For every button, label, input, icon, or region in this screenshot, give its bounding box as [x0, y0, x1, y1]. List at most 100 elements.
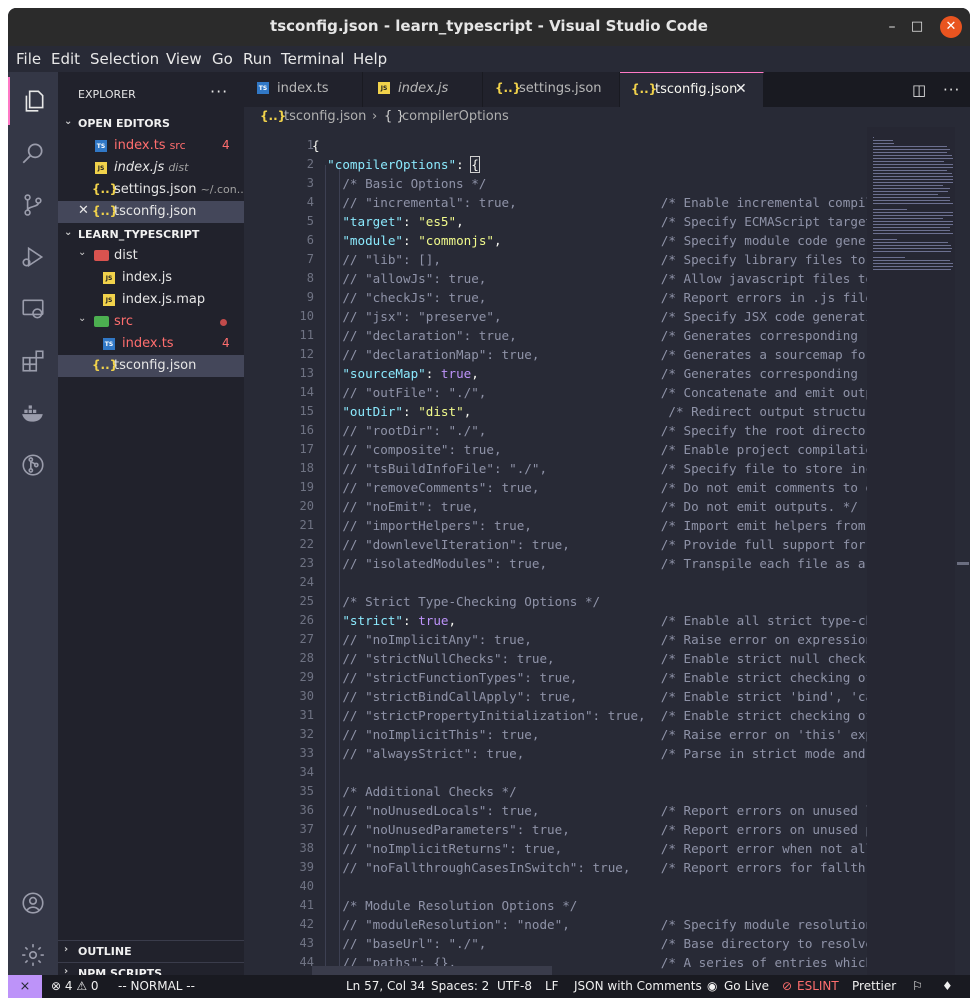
code-line[interactable]: // "moduleResolution": "node", /* Specif… [312, 915, 867, 934]
settings-gear-icon[interactable] [8, 931, 58, 979]
code-line[interactable]: // "tsBuildInfoFile": "./", /* Specify f… [312, 459, 867, 478]
tab-index-ts[interactable]: TS index.ts [244, 72, 363, 107]
close-window-button[interactable]: ✕ [940, 16, 962, 38]
source-control-icon[interactable] [8, 181, 58, 229]
code-line[interactable]: // "declaration": true, /* Generates cor… [312, 326, 867, 345]
remote-explorer-icon[interactable] [8, 285, 58, 333]
code-line[interactable]: // "downlevelIteration": true, /* Provid… [312, 535, 867, 554]
code-line[interactable]: // "strictBindCallApply": true, /* Enabl… [312, 687, 867, 706]
code-line[interactable]: // "incremental": true, /* Enable increm… [312, 193, 867, 212]
code-line[interactable]: // "checkJs": true, /* Report errors in … [312, 288, 867, 307]
code-line[interactable]: // "isolatedModules": true, /* Transpile… [312, 554, 867, 573]
workspace-section[interactable]: ⌄ LEARN_TYPESCRIPT [58, 224, 244, 246]
code-line[interactable]: "outDir": "dist", /* Redirect output str… [312, 402, 867, 421]
code-line[interactable]: "module": "commonjs", /* Specify module … [312, 231, 867, 250]
go-live-button[interactable]: Go Live [724, 979, 769, 993]
code-line[interactable]: // "declarationMap": true, /* Generates … [312, 345, 867, 364]
split-editor-icon[interactable]: ◫ [912, 81, 926, 99]
code-line[interactable]: // "removeComments": true, /* Do not emi… [312, 478, 867, 497]
outline-section[interactable]: › OUTLINE [58, 940, 244, 962]
scrollbar-thumb[interactable] [957, 562, 969, 565]
encoding[interactable]: UTF-8 [497, 979, 532, 993]
code-line[interactable]: // "noImplicitReturns": true, /* Report … [312, 839, 867, 858]
menu-edit[interactable]: Edit [51, 50, 80, 68]
remote-indicator-icon[interactable]: ⨯ [8, 975, 42, 998]
open-editor-tsconfig-json[interactable]: ✕ {..} tsconfig.json [58, 201, 244, 223]
menu-terminal[interactable]: Terminal [281, 50, 344, 68]
open-editors-section[interactable]: ⌄ OPEN EDITORS [58, 113, 244, 135]
menu-help[interactable]: Help [353, 50, 387, 68]
file-src-index-ts[interactable]: TS index.ts 4 [58, 333, 244, 355]
code-line[interactable]: /* Basic Options */ [312, 174, 486, 193]
breadcrumb-file[interactable]: tsconfig.json [284, 109, 366, 124]
horizontal-scrollbar[interactable] [312, 966, 552, 975]
breadcrumb-symbol[interactable]: compilerOptions [402, 109, 509, 124]
code-line[interactable]: // "allowJs": true, /* Allow javascript … [312, 269, 867, 288]
more-actions-icon[interactable]: ··· [943, 81, 960, 99]
feedback-icon[interactable]: ⚐ [912, 979, 923, 993]
menu-go[interactable]: Go [212, 50, 233, 68]
file-dist-index-js-map[interactable]: JS index.js.map [58, 289, 244, 311]
code-line[interactable]: // "lib": [], /* Specify library files t… [312, 250, 867, 269]
code-line[interactable]: // "alwaysStrict": true, /* Parse in str… [312, 744, 867, 763]
close-editor-icon[interactable]: ✕ [78, 203, 89, 218]
language-mode[interactable]: JSON with Comments [574, 979, 702, 993]
menu-run[interactable]: Run [243, 50, 272, 68]
code-line[interactable]: // "strictNullChecks": true, /* Enable s… [312, 649, 867, 668]
run-debug-icon[interactable] [8, 233, 58, 281]
problems-indicator[interactable]: ⊗ 4 ⚠ 0 [51, 979, 99, 993]
indentation[interactable]: Spaces: 2 [431, 979, 489, 993]
search-icon[interactable] [8, 129, 58, 177]
file-dist-index-js[interactable]: JS index.js [58, 267, 244, 289]
code-line[interactable]: "compilerOptions": { [312, 155, 480, 174]
code-line[interactable]: /* Strict Type-Checking Options */ [312, 592, 600, 611]
account-icon[interactable] [8, 879, 58, 927]
code-line[interactable]: // "noUnusedLocals": true, /* Report err… [312, 801, 867, 820]
end-of-line[interactable]: LF [545, 979, 559, 993]
minimize-button[interactable]: – [881, 16, 903, 38]
extensions-icon[interactable] [8, 337, 58, 385]
open-editor-index-ts[interactable]: TS index.ts src 4 [58, 135, 244, 157]
code-line[interactable]: // "jsx": "preserve", /* Specify JSX cod… [312, 307, 867, 326]
close-tab-icon[interactable]: ✕ [735, 81, 747, 97]
notifications-bell-icon[interactable]: ♦ [942, 979, 953, 993]
menu-file[interactable]: File [16, 50, 41, 68]
files-icon[interactable] [8, 77, 58, 125]
minimap[interactable] [867, 127, 955, 975]
menu-view[interactable]: View [166, 50, 202, 68]
code-line[interactable]: { [312, 136, 320, 155]
menu-selection[interactable]: Selection [90, 50, 159, 68]
code-line[interactable]: // "importHelpers": true, /* Import emit… [312, 516, 867, 535]
code-line[interactable]: // "noFallthroughCasesInSwitch": true, /… [312, 858, 867, 877]
prettier-status[interactable]: Prettier [852, 979, 896, 993]
code-line[interactable]: // "noImplicitThis": true, /* Raise erro… [312, 725, 867, 744]
folder-src[interactable]: ⌄ src [58, 311, 244, 333]
docker-icon[interactable] [8, 389, 58, 437]
maximize-button[interactable]: □ [906, 16, 928, 38]
code-line[interactable]: // "strictFunctionTypes": true, /* Enabl… [312, 668, 867, 687]
code-line[interactable]: // "outFile": "./", /* Concatenate and e… [312, 383, 867, 402]
code-editor[interactable]: 1 2 3 4 5 6 7 8 9 10 11 12 13 14 15 16 17 18 19 20 21 22 23 24 2… [244, 127, 970, 975]
gitlens-icon[interactable] [8, 441, 58, 489]
open-editor-index-js[interactable]: JS index.js dist [58, 157, 244, 179]
folder-dist[interactable]: ⌄ dist [58, 245, 244, 267]
eslint-status[interactable]: ESLINT [797, 979, 839, 993]
cursor-position[interactable]: Ln 57, Col 34 [346, 979, 425, 993]
code-line[interactable]: /* Module Resolution Options */ [312, 896, 577, 915]
code-line[interactable]: // "noImplicitAny": true, /* Raise error… [312, 630, 867, 649]
file-tsconfig-json[interactable]: {..} tsconfig.json [58, 355, 244, 377]
code-line[interactable]: /* Additional Checks */ [312, 782, 516, 801]
explorer-more-actions[interactable]: ··· [210, 82, 228, 101]
tab-tsconfig-json[interactable]: {..} tsconfig.json ✕ [620, 72, 764, 107]
code-line[interactable]: // "strictPropertyInitialization": true,… [312, 706, 867, 725]
tab-index-js[interactable]: JS index.js [363, 72, 483, 107]
code-content[interactable]: { "compilerOptions": { /* Basic Options … [312, 127, 867, 975]
code-line[interactable]: // "noUnusedParameters": true, /* Report… [312, 820, 867, 839]
code-line[interactable]: // "noEmit": true, /* Do not emit output… [312, 497, 858, 516]
code-line[interactable]: // "rootDir": "./", /* Specify the root … [312, 421, 867, 440]
open-editor-settings-json[interactable]: {..} settings.json ~/.con... [58, 179, 247, 201]
code-line[interactable]: // "composite": true, /* Enable project … [312, 440, 867, 459]
code-line[interactable]: "strict": true, /* Enable all strict typ… [312, 611, 867, 630]
code-line[interactable]: "target": "es5", /* Specify ECMAScript t… [312, 212, 867, 231]
vertical-scrollbar[interactable] [955, 127, 970, 975]
